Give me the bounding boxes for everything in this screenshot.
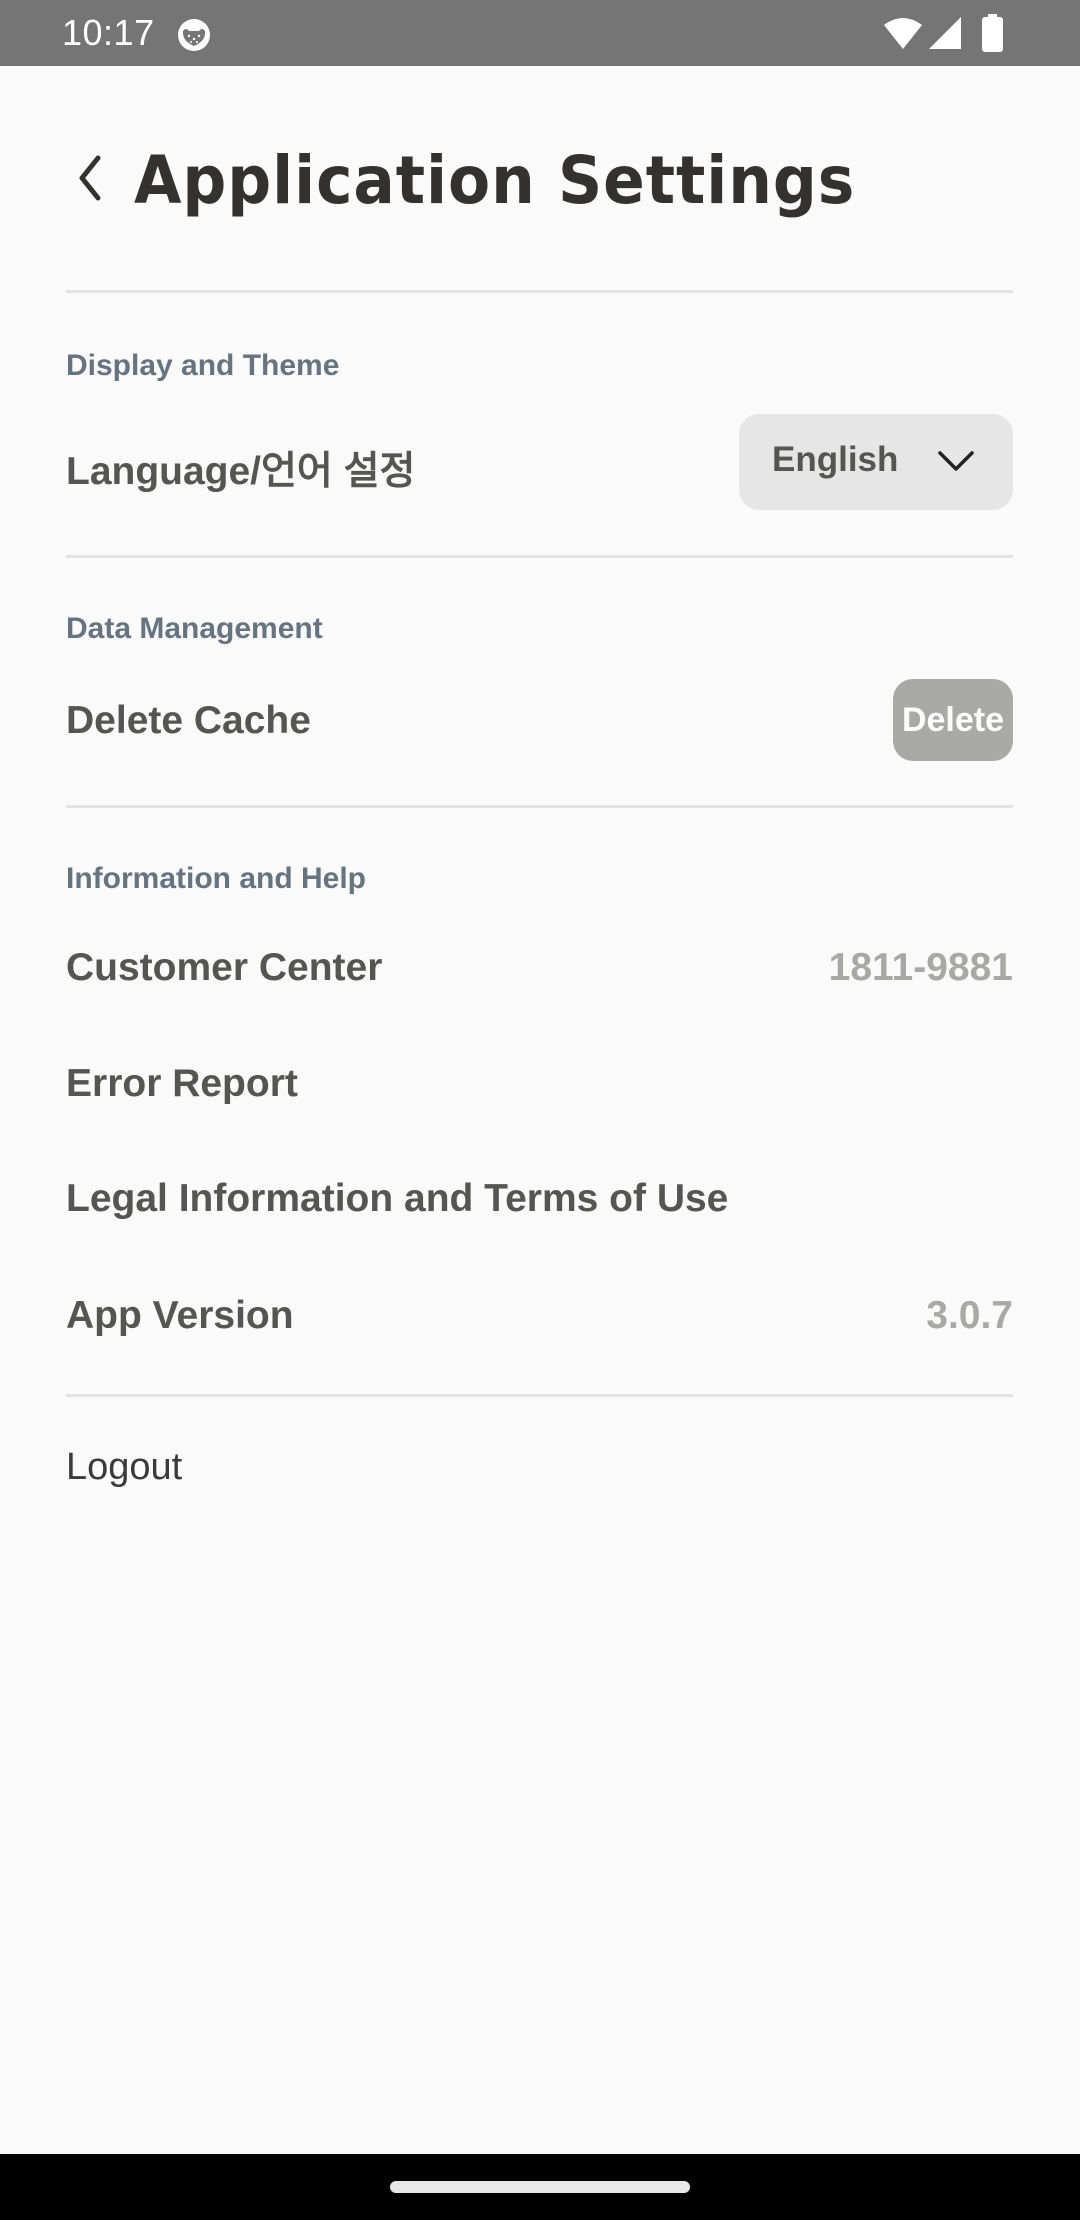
language-dropdown[interactable]: English <box>739 414 1013 510</box>
header: Application Settings <box>0 66 1080 292</box>
home-gesture-handle[interactable] <box>390 2181 690 2193</box>
error-report-item[interactable]: Error Report <box>66 1062 298 1106</box>
battery-icon <box>982 14 1003 52</box>
divider <box>66 290 1013 293</box>
chevron-left-icon <box>79 155 101 201</box>
app-notification-icon <box>178 19 210 51</box>
section-label-display-theme: Display and Theme <box>66 349 340 382</box>
status-bar: 10:17 <box>0 0 1080 66</box>
divider <box>66 805 1013 808</box>
section-label-information-help: Information and Help <box>66 862 366 895</box>
chevron-down-icon <box>938 451 974 471</box>
language-setting-label: Language/언어 설정 <box>66 450 416 493</box>
app-version-value: 3.0.7 <box>926 1294 1013 1337</box>
logout-button[interactable]: Logout <box>66 1446 182 1489</box>
page-title: Application Settings <box>134 142 856 219</box>
divider <box>66 555 1013 558</box>
back-button[interactable] <box>66 146 114 210</box>
customer-center-item[interactable]: Customer Center <box>66 946 382 990</box>
status-time: 10:17 <box>62 12 155 53</box>
section-label-data-management: Data Management <box>66 612 323 645</box>
delete-cache-label: Delete Cache <box>66 699 311 742</box>
wifi-icon <box>884 18 922 49</box>
customer-center-phone[interactable]: 1811-9881 <box>829 946 1013 990</box>
app-version-label: App Version <box>66 1294 294 1337</box>
legal-information-item[interactable]: Legal Information and Terms of Use <box>66 1177 728 1221</box>
divider <box>66 1394 1013 1397</box>
delete-cache-button[interactable]: Delete <box>893 679 1013 761</box>
language-dropdown-value: English <box>772 440 899 479</box>
signal-icon <box>929 17 961 49</box>
navigation-bar <box>0 2154 1080 2220</box>
